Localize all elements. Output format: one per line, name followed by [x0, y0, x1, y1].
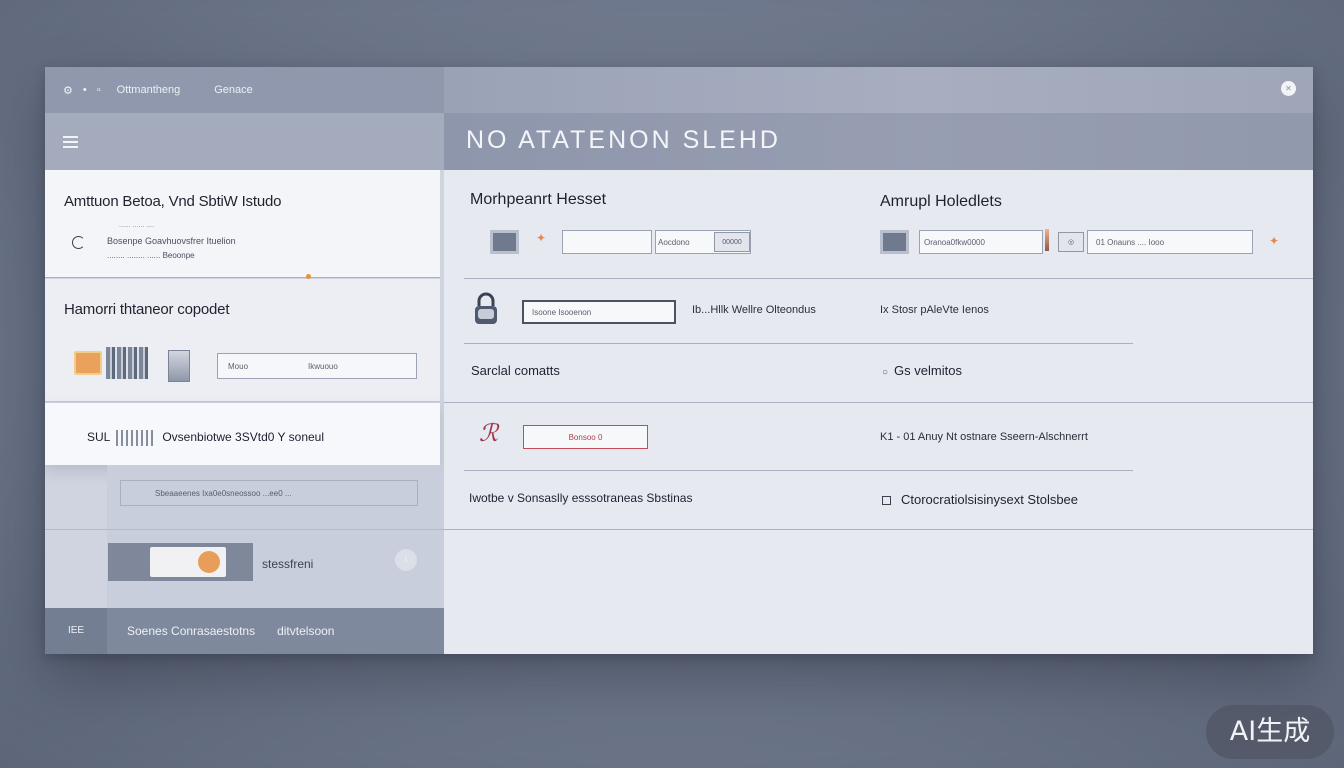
column-title-2: Amrupl Holedlets — [880, 193, 1002, 210]
card3-text-row: SUL Ovsenbiotwe 3SVtd0 Y soneul — [87, 430, 324, 446]
page-title: NO ATATENON SLEHD — [466, 126, 781, 154]
card1-title: Amttuon Betoa, Vnd SbtiW Istudo — [64, 193, 282, 210]
refresh-icon[interactable] — [72, 236, 85, 249]
box-icon — [168, 350, 190, 382]
row4-input[interactable]: Bonsoo 0 — [523, 425, 648, 449]
row4-text-right: K1 - 01 Anuy Nt ostnare Sseern-Alschnerr… — [880, 431, 1088, 443]
row5-right-wrap[interactable]: Ctorocratiolsisinysext Stolsbee — [882, 492, 1078, 507]
info-icon[interactable]: i — [395, 549, 417, 571]
thumbnail-icon — [490, 230, 519, 254]
row5-right: Ctorocratiolsisinysext Stolsbee — [901, 492, 1079, 507]
settings-icon[interactable]: ⚙ — [63, 84, 73, 97]
row-divider-1 — [464, 278, 1313, 279]
hamburger-menu-icon[interactable] — [63, 136, 78, 148]
sparkle-icon: ✦ — [536, 231, 547, 245]
card1-sub-top: ...... ...... .... — [119, 222, 155, 229]
top-bar-label-1[interactable]: Ottmantheng — [117, 84, 181, 96]
left-card-3[interactable]: SUL Ovsenbiotwe 3SVtd0 Y soneul — [45, 403, 440, 465]
card3-text: Ovsenbiotwe 3SVtd0 Y soneul — [162, 430, 325, 445]
checkbox[interactable] — [882, 496, 891, 505]
row2-input[interactable]: Isoone Isooenon — [522, 300, 676, 324]
lower-label: stessfreni — [262, 557, 314, 571]
signature-icon: ℛ — [479, 419, 499, 447]
row1-icon-button[interactable]: ◎ — [1058, 232, 1084, 252]
footer-item-0[interactable]: IEE — [45, 608, 107, 654]
lower-search-input[interactable]: Sbeaaeenes Ixa0e0sneossoo ...ee0 ... — [120, 480, 418, 506]
row1-input-4[interactable]: 01 Onauns .... Iooo — [1087, 230, 1253, 254]
main-header: NO ATATENON SLEHD ✕ — [444, 67, 1313, 170]
left-top-bar: ⚙ • ▫ Ottmantheng Genace — [45, 67, 444, 113]
column-title-1: Morhpeanrt Hesset — [470, 191, 607, 208]
left-footer: IEE Soenes Conrasaestotns ditvtelsoon — [45, 608, 444, 654]
row1-mini-button[interactable]: 00000 — [714, 232, 750, 252]
card3-prefix: SUL — [87, 430, 111, 445]
card2-input-right: Ikwuouo — [308, 361, 338, 371]
divider — [45, 529, 444, 530]
footer-item-2[interactable]: ditvtelsoon — [277, 624, 334, 638]
card2-input[interactable]: Mouo Ikwuouo — [217, 353, 417, 379]
row3-left: Sarclal comatts — [471, 363, 560, 378]
footer-item-1[interactable]: Soenes Conrasaestotns — [127, 624, 255, 638]
star-icon[interactable]: ✦ — [1269, 234, 1279, 248]
left-sidebar: ⚙ • ▫ Ottmantheng Genace Amttuon Betoa, … — [45, 67, 444, 654]
row1-input-1[interactable] — [562, 230, 652, 254]
orange-tile-icon — [74, 351, 102, 375]
row2-text-mid: Ib...Hllk Wellre Olteondus — [692, 304, 816, 316]
row2-text-right: Ix Stosr pAleVte Ienos — [880, 304, 989, 316]
card1-line2: ........ ........ ...... Beoonpe — [107, 251, 195, 260]
row-divider-4 — [464, 470, 1133, 471]
top-bar-label-2[interactable]: Genace — [214, 84, 253, 96]
marker-icon — [1045, 229, 1049, 251]
card2-title: Hamorri thtaneor copodet — [64, 301, 230, 318]
lock-icon — [475, 292, 497, 324]
bullet-icon: ○ — [882, 367, 889, 378]
main-panel: NO ATATENON SLEHD ✕ Morhpeanrt Hesset Am… — [444, 67, 1313, 654]
row5-left: Iwotbe v Sonsaslly esssotraneas Sbstinas — [469, 491, 693, 505]
row3-right-wrap: ○ Gs velmitos — [882, 363, 962, 378]
card2-input-left: Mouo — [228, 361, 249, 371]
app-window: ⚙ • ▫ Ottmantheng Genace Amttuon Betoa, … — [45, 67, 1313, 654]
row1-input-3[interactable]: Oranoa0fkw0000 — [919, 230, 1043, 254]
row-divider-3 — [444, 402, 1313, 403]
thumbnail-icon-2 — [880, 230, 909, 254]
books-icon — [106, 347, 148, 379]
row3-right: Gs velmitos — [894, 363, 962, 378]
left-menu-bar — [45, 113, 444, 170]
menu-dot-icon[interactable]: ▫ — [97, 84, 101, 96]
preview-thumbnail[interactable] — [108, 543, 253, 581]
left-card-1[interactable]: Amttuon Betoa, Vnd SbtiW Istudo ...... .… — [45, 170, 440, 278]
row-divider-2 — [464, 343, 1133, 344]
row-divider-5 — [444, 529, 1313, 530]
row1-input-2-text: Aocdono — [658, 237, 690, 247]
card1-line1: Bosenpe Goavhuovsfrer Ituelion — [107, 236, 236, 246]
left-card-2[interactable]: Hamorri thtaneor copodet Mouo Ikwuouo — [45, 279, 440, 402]
barcode-icon — [116, 430, 157, 446]
pin-icon[interactable]: • — [83, 84, 87, 96]
watermark-badge: AI生成 — [1206, 705, 1334, 759]
close-icon[interactable]: ✕ — [1281, 81, 1296, 96]
